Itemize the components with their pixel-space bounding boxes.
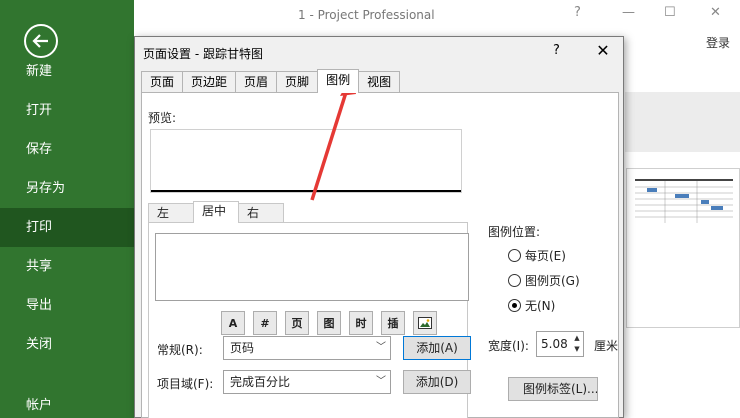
format-text-button[interactable]: A bbox=[221, 311, 245, 335]
dialog-title: 页面设置 - 跟踪甘特图 bbox=[143, 47, 263, 61]
format-toolbar: A # 页 图 时 插 bbox=[221, 311, 437, 335]
preview-label: 预览: bbox=[148, 111, 177, 125]
font-icon: A bbox=[228, 316, 238, 330]
radio-circle-icon bbox=[508, 274, 521, 287]
nav-open[interactable]: 打开 bbox=[0, 91, 134, 130]
tab-footer[interactable]: 页脚 bbox=[276, 71, 319, 93]
insert-date-button[interactable]: 图 bbox=[317, 311, 341, 335]
tab-legend[interactable]: 图例 bbox=[317, 69, 360, 93]
radio-legend-page-label: 图例页(G) bbox=[525, 274, 580, 288]
insert-file-name-button[interactable]: 插 bbox=[381, 311, 405, 335]
picture-icon bbox=[418, 317, 432, 329]
nav-close[interactable]: 关闭 bbox=[0, 325, 134, 364]
project-field-value: 完成百分比 bbox=[230, 375, 291, 389]
legend-preview-box bbox=[150, 129, 462, 193]
chevron-down-icon: ﹀ bbox=[376, 342, 386, 353]
width-unit: 厘米 bbox=[594, 339, 619, 353]
maximize-icon[interactable]: ☐ bbox=[664, 5, 676, 20]
spin-up-icon[interactable]: ▲ bbox=[572, 333, 582, 344]
radio-circle-icon bbox=[508, 249, 521, 262]
tab-header[interactable]: 页眉 bbox=[235, 71, 278, 93]
backstage-sidebar: 新建 打开 保存 另存为 打印 共享 导出 关闭 帐户 bbox=[0, 0, 134, 418]
chevron-down-icon: ﹀ bbox=[376, 376, 386, 387]
radio-none-label: 无(N) bbox=[525, 299, 556, 313]
legend-tab-page: 预览: 左 居中 右 A # 页 图 时 插 常规(R): 页码 ﹀ 添加(A) bbox=[141, 92, 619, 418]
clock-icon: 时 bbox=[355, 317, 367, 330]
general-combo[interactable]: 页码 ﹀ bbox=[223, 336, 391, 360]
tab-page[interactable]: 页面 bbox=[141, 71, 184, 93]
dialog-help-button[interactable]: ? bbox=[553, 43, 560, 58]
spin-down-icon[interactable]: ▼ bbox=[572, 344, 582, 355]
sign-in-link[interactable]: 登录 bbox=[706, 34, 730, 51]
nav-share[interactable]: 共享 bbox=[0, 247, 134, 286]
insert-time-button[interactable]: 时 bbox=[349, 311, 373, 335]
total-pages-icon: 页 bbox=[291, 317, 303, 330]
insert-page-number-button[interactable]: # bbox=[253, 311, 277, 335]
nav-export[interactable]: 导出 bbox=[0, 286, 134, 325]
file-icon: 插 bbox=[387, 317, 399, 330]
radio-none[interactable]: 无(N) bbox=[508, 297, 555, 314]
general-combo-value: 页码 bbox=[230, 341, 255, 355]
nav-print[interactable]: 打印 bbox=[0, 208, 134, 247]
project-field-label: 项目域(F): bbox=[157, 377, 214, 391]
dialog-close-button[interactable]: ✕ bbox=[591, 40, 615, 62]
radio-legend-page[interactable]: 图例页(G) bbox=[508, 272, 580, 289]
radio-selected-icon bbox=[508, 299, 521, 312]
help-button[interactable]: ? bbox=[574, 5, 581, 20]
tab-view[interactable]: 视图 bbox=[358, 71, 401, 93]
add-field-button[interactable]: 添加(D) bbox=[403, 370, 471, 394]
print-preview-page bbox=[626, 168, 740, 328]
width-spinner[interactable]: 5.08 ▲ ▼ bbox=[536, 331, 584, 357]
arrow-left-icon bbox=[32, 34, 48, 48]
calendar-icon: 图 bbox=[323, 317, 335, 330]
nav-save-as[interactable]: 另存为 bbox=[0, 169, 134, 208]
general-label: 常规(R): bbox=[157, 343, 203, 357]
subtab-right[interactable]: 右 bbox=[238, 203, 284, 223]
radio-every-page-label: 每页(E) bbox=[525, 249, 566, 263]
dialog-tabs: 页面 页边距 页眉 页脚 图例 视图 bbox=[141, 69, 401, 93]
legend-labels-button[interactable]: 图例标签(L)... bbox=[508, 377, 598, 401]
minimize-icon[interactable]: — bbox=[622, 5, 635, 20]
page-setup-dialog: 页面设置 - 跟踪甘特图 ? ✕ 页面 页边距 页眉 页脚 图例 视图 预览: … bbox=[134, 36, 624, 418]
gantt-thumbnail-icon bbox=[635, 179, 733, 223]
project-field-combo[interactable]: 完成百分比 ﹀ bbox=[223, 370, 391, 394]
width-value: 5.08 bbox=[541, 337, 568, 351]
width-label: 宽度(I): bbox=[488, 339, 529, 353]
insert-picture-button[interactable] bbox=[413, 311, 437, 335]
page-number-icon: # bbox=[260, 316, 270, 330]
tab-margins[interactable]: 页边距 bbox=[182, 71, 237, 93]
nav-new[interactable]: 新建 bbox=[0, 52, 134, 91]
nav-account[interactable]: 帐户 bbox=[0, 386, 134, 418]
window-title: 1 - Project Professional bbox=[298, 8, 435, 22]
legend-text-area[interactable] bbox=[155, 233, 469, 301]
center-subtab-page: A # 页 图 时 插 常规(R): 页码 ﹀ 添加(A) 项目域(F): 完成百… bbox=[148, 222, 471, 418]
nav-save[interactable]: 保存 bbox=[0, 130, 134, 169]
insert-total-pages-button[interactable]: 页 bbox=[285, 311, 309, 335]
print-settings-area bbox=[625, 92, 740, 152]
subtab-center[interactable]: 居中 bbox=[193, 201, 239, 223]
add-general-button[interactable]: 添加(A) bbox=[403, 336, 471, 360]
close-window-icon[interactable]: ✕ bbox=[710, 5, 721, 20]
radio-every-page[interactable]: 每页(E) bbox=[508, 247, 566, 264]
subtab-left[interactable]: 左 bbox=[148, 203, 194, 223]
alignment-tabs: 左 居中 右 bbox=[148, 201, 284, 223]
legend-position-label: 图例位置: bbox=[488, 225, 541, 239]
